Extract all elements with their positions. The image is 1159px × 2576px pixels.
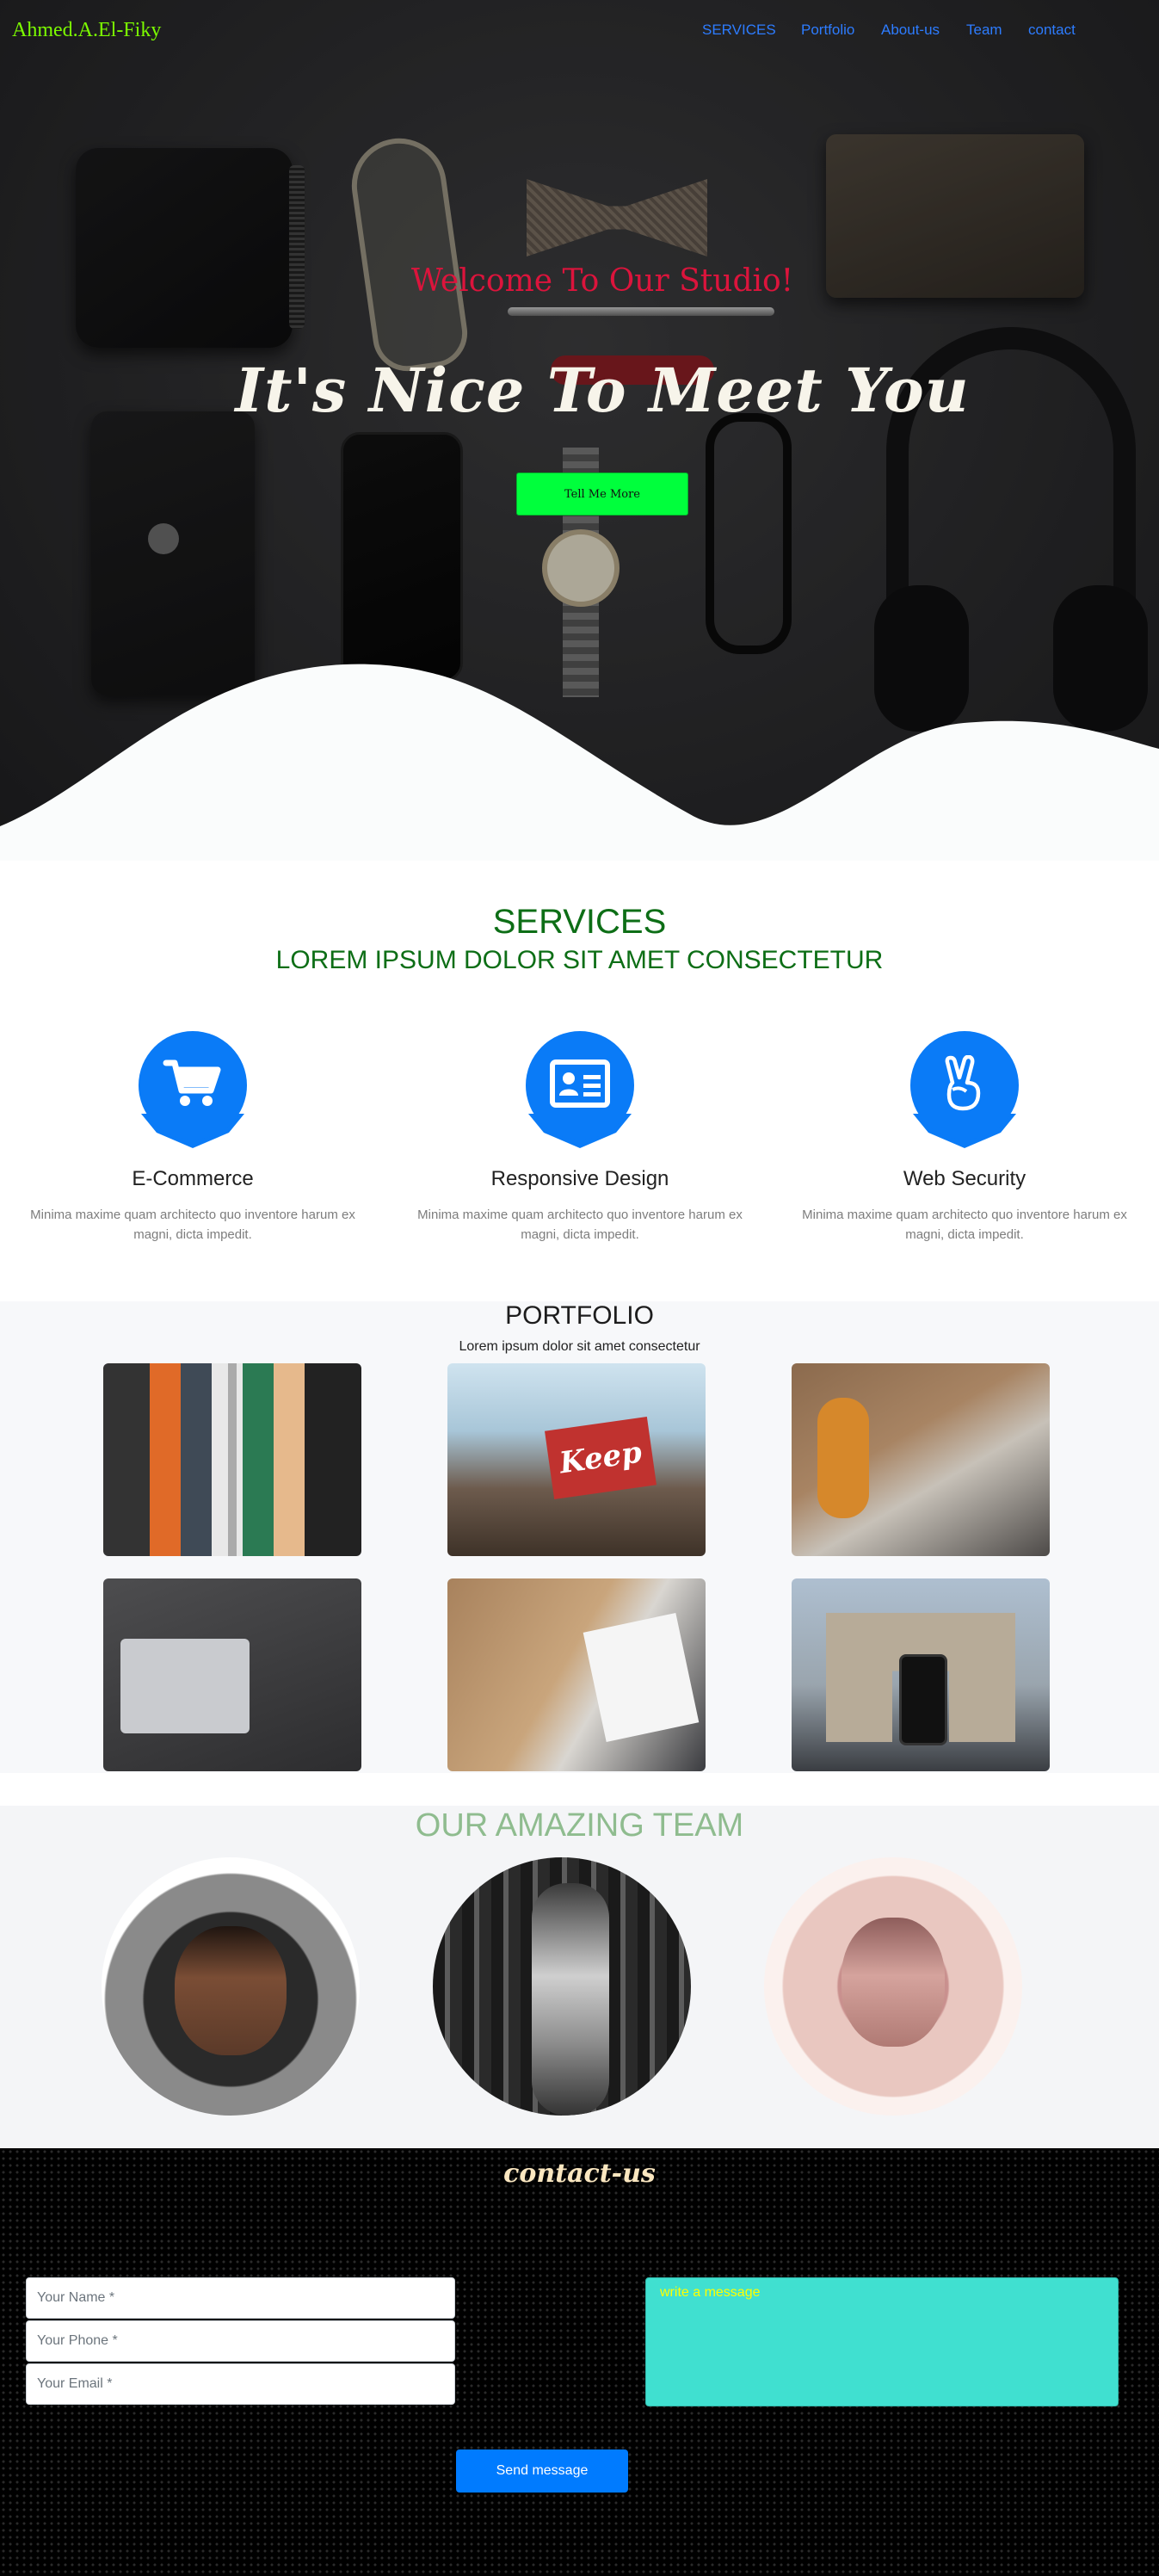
portfolio-image-keep-exploring[interactable] <box>447 1363 706 1556</box>
hero-headline: It's Nice To Meet You <box>235 355 970 426</box>
service-title: Web Security <box>903 1167 1026 1190</box>
team-member-avatar <box>433 1857 691 2116</box>
service-description: Minima maxime quam architecto quo invent… <box>802 1208 1127 1242</box>
portfolio-image-arc-de-triomphe[interactable] <box>792 1578 1050 1771</box>
service-card-responsive-design: Responsive Design Minima maxime quam arc… <box>399 1031 761 1245</box>
phone-field[interactable] <box>26 2320 455 2362</box>
email-field[interactable] <box>26 2363 455 2405</box>
send-message-button[interactable]: Send message <box>456 2449 628 2493</box>
team-heading: OUR AMAZING TEAM <box>415 1807 744 1844</box>
service-description: Minima maxime quam architecto quo invent… <box>417 1208 743 1242</box>
team-member-avatar <box>102 1857 360 2116</box>
nav-link-about-us[interactable]: About-us <box>881 22 940 39</box>
hero-welcome-text: Welcome To Our Studio! <box>410 263 794 299</box>
portfolio-image-letters[interactable] <box>792 1363 1050 1556</box>
team-member-avatar <box>764 1857 1022 2116</box>
contact-heading: contact-us <box>503 2159 656 2189</box>
service-title: E-Commerce <box>132 1167 254 1190</box>
hero-section: Ahmed.A.El-Fiky SERVICES Portfolio About… <box>0 0 1159 861</box>
hero-wave-divider <box>0 664 1159 861</box>
nav-link-portfolio[interactable]: Portfolio <box>801 22 854 39</box>
portfolio-image-laptop-gear[interactable] <box>103 1578 361 1771</box>
nav-link-team[interactable]: Team <box>966 22 1002 39</box>
nav-link-services[interactable]: SERVICES <box>702 22 776 39</box>
services-subheading: LOREM IPSUM DOLOR SIT AMET CONSECTETUR <box>275 946 884 974</box>
name-field[interactable] <box>26 2277 455 2319</box>
service-title: Responsive Design <box>490 1167 669 1190</box>
peace-hand-icon <box>940 1054 989 1116</box>
nav-link-contact[interactable]: contact <box>1028 22 1076 39</box>
brand-logo[interactable]: Ahmed.A.El-Fiky <box>12 19 161 42</box>
portfolio-image-shirts[interactable] <box>103 1363 361 1556</box>
portfolio-heading: PORTFOLIO <box>505 1301 654 1330</box>
service-card-ecommerce: E-Commerce Minima maxime quam architecto… <box>12 1031 373 1245</box>
portfolio-subheading: Lorem ipsum dolor sit amet consectetur <box>459 1339 700 1354</box>
portfolio-image-desk[interactable] <box>447 1578 706 1771</box>
id-card-icon <box>550 1059 610 1112</box>
service-description: Minima maxime quam architecto quo invent… <box>30 1208 355 1242</box>
service-card-web-security: Web Security Minima maxime quam architec… <box>784 1031 1145 1245</box>
shopping-cart-icon <box>163 1058 223 1114</box>
message-field[interactable] <box>645 2277 1119 2406</box>
services-heading: SERVICES <box>492 903 667 941</box>
tell-me-more-button[interactable]: Tell Me More <box>516 473 688 516</box>
